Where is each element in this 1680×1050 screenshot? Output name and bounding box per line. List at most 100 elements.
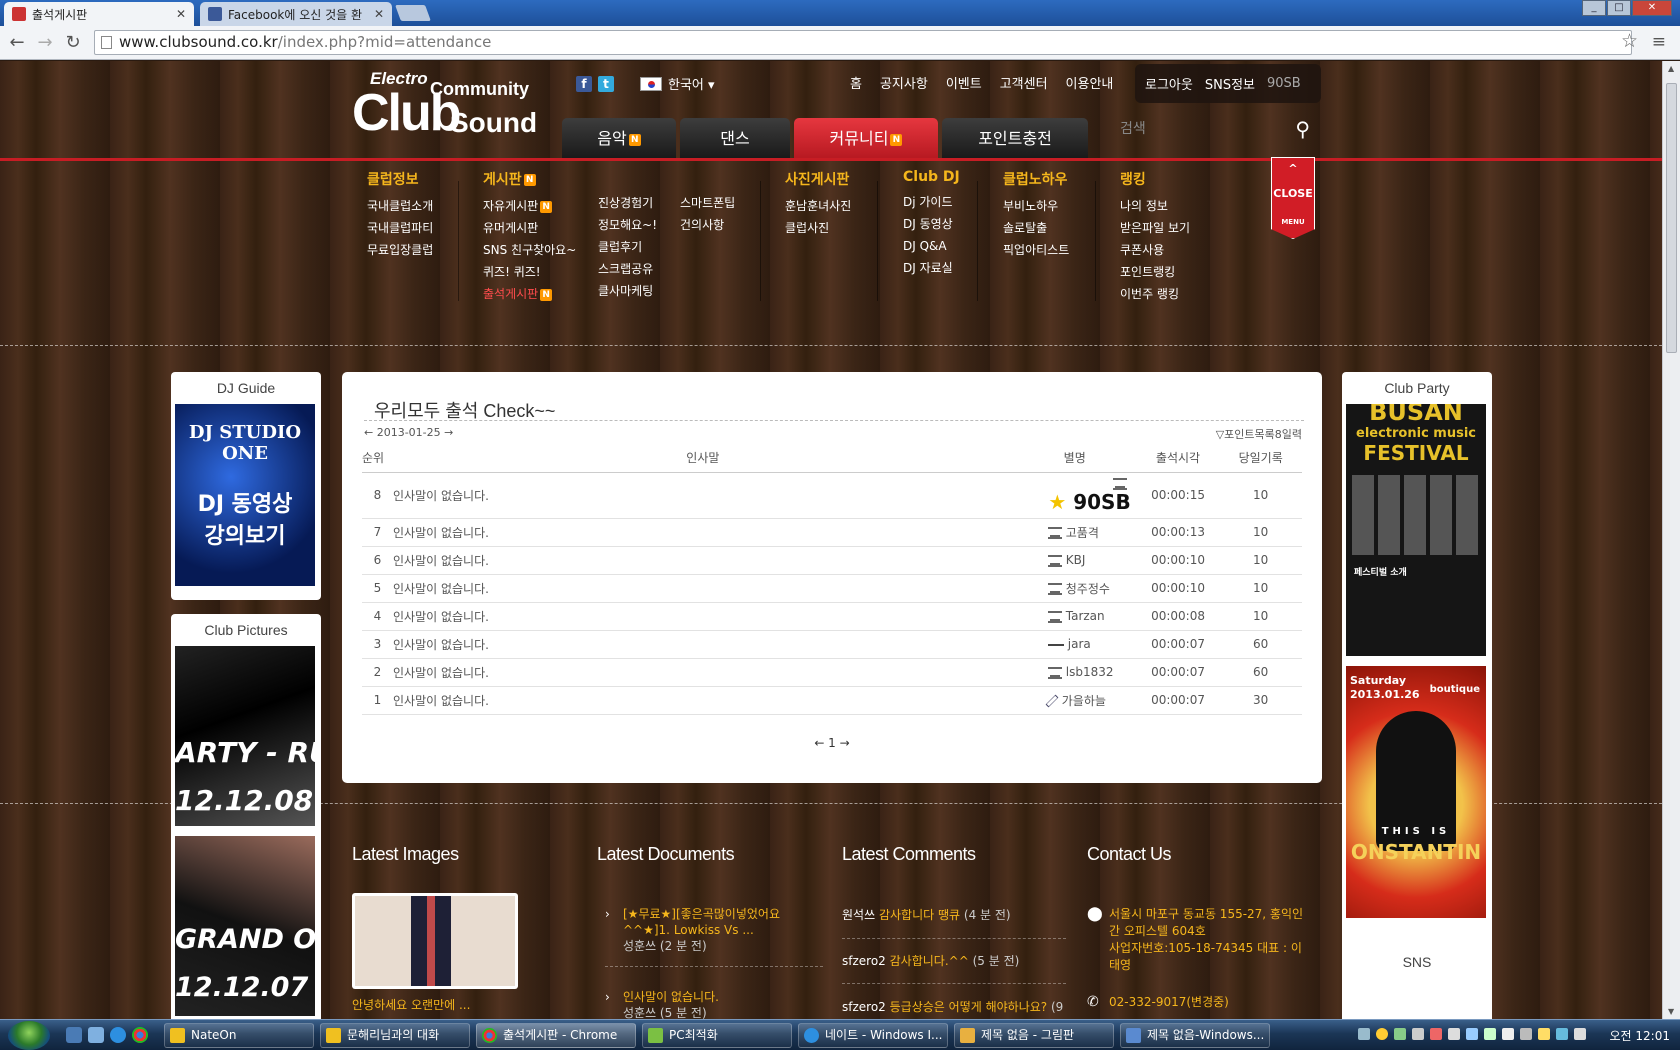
tab-attendance[interactable]: 출석게시판 ✕	[4, 2, 194, 26]
search-input[interactable]: 검색 ⚲	[1120, 114, 1320, 144]
cell-nick[interactable]: jara	[1012, 630, 1137, 659]
tab-facebook[interactable]: Facebook에 오신 것을 환 ✕	[200, 2, 392, 26]
top-menu-support[interactable]: 고객센터	[1000, 73, 1048, 92]
sitemap-link[interactable]: 스마트폰팁	[680, 192, 735, 214]
tray-icon[interactable]	[1520, 1028, 1532, 1040]
language-selector[interactable]: 한국어 ▾	[640, 74, 715, 93]
top-menu-home[interactable]: 홈	[850, 73, 862, 92]
explorer-icon[interactable]	[88, 1027, 104, 1043]
sitemap-link-attendance[interactable]: 출석게시판 N	[483, 283, 576, 305]
taskbar-item-paint[interactable]: 제목 없음 - 그림판	[954, 1023, 1114, 1048]
sitemap-link[interactable]: 픽업아티스트	[1003, 239, 1069, 261]
forward-arrow-icon[interactable]: →	[34, 32, 56, 53]
cell-nick[interactable]: KBJ	[1012, 546, 1137, 575]
sitemap-link[interactable]: 클럽사진	[785, 217, 851, 239]
club-picture[interactable]: ARTY - RU 12.12.08 M	[175, 646, 315, 826]
close-tab-icon[interactable]: ✕	[176, 7, 186, 21]
sitemap-link[interactable]: 포인트랭킹	[1120, 261, 1190, 283]
tray-icon[interactable]	[1394, 1028, 1406, 1040]
taskbar-item-chat[interactable]: 문해리님과의 대화	[320, 1023, 470, 1048]
ie-icon[interactable]	[110, 1027, 126, 1043]
sitemap-link[interactable]: 솔로탈출	[1003, 217, 1069, 239]
comment-item[interactable]: sfzero2 등급상승은 어떻게 해야하나요? (9	[842, 999, 1068, 1015]
document-item[interactable]: › 인사말이 없습니다. 성훈쓰 (5 분 전)	[605, 989, 823, 1019]
document-item[interactable]: › [★무료★][좋은곡많이넣었어요^^★]1. Lowkiss Vs ... …	[605, 906, 823, 954]
tray-icon[interactable]	[1502, 1028, 1514, 1040]
dj-guide-banner[interactable]: DJ STUDIO ONE DJ 동영상 강의보기	[175, 404, 315, 586]
tray-icon[interactable]	[1538, 1028, 1550, 1040]
sitemap-link[interactable]: 이번주 랭킹	[1120, 283, 1190, 305]
sitemap-link[interactable]: 쿠폰사용	[1120, 239, 1190, 261]
sitemap-link[interactable]: 스크랩공유	[598, 258, 657, 280]
tray-icon[interactable]	[1430, 1028, 1442, 1040]
pagination[interactable]: ← 1 →	[342, 736, 1322, 750]
scrollbar-thumb[interactable]	[1666, 83, 1677, 353]
point-log-link[interactable]: ▽포인트목록8일력	[1216, 426, 1302, 442]
close-tab-icon[interactable]: ✕	[374, 7, 384, 21]
sitemap-link[interactable]: DJ 동영상	[903, 213, 960, 235]
logout-link[interactable]: 로그아웃	[1145, 74, 1193, 93]
nav-community[interactable]: 커뮤니티 N	[794, 118, 938, 160]
twitter-icon[interactable]: t	[598, 76, 614, 92]
top-menu-event[interactable]: 이벤트	[946, 73, 982, 92]
sitemap-link[interactable]: 건의사항	[680, 214, 735, 236]
tray-icon[interactable]	[1412, 1028, 1424, 1040]
image-caption[interactable]: 안녕하세요 오랜만에 ...	[352, 997, 470, 1013]
nav-point-charge[interactable]: 포인트충전	[942, 118, 1088, 160]
close-menu-button[interactable]: ^ CLOSE MENU	[1271, 157, 1315, 239]
sitemap-link[interactable]: Dj 가이드	[903, 191, 960, 213]
sns-info-link[interactable]: SNS정보	[1205, 74, 1255, 93]
facebook-icon[interactable]: f	[576, 76, 592, 92]
taskbar-item-pc-optimizer[interactable]: PC최적화	[642, 1023, 792, 1048]
cell-nick[interactable]: Tarzan	[1012, 602, 1137, 631]
taskbar-item-ie[interactable]: 네이트 - Windows I...	[798, 1023, 948, 1048]
sitemap-link[interactable]: SNS 친구찾아요~	[483, 239, 576, 261]
search-icon[interactable]: ⚲	[1295, 114, 1310, 144]
taskbar-item-window[interactable]: 제목 없음-Windows...	[1120, 1023, 1270, 1048]
date-navigator[interactable]: ← 2013-01-25 →	[364, 426, 453, 439]
sitemap-link[interactable]: 국내클럽파티	[367, 217, 433, 239]
show-desktop-icon[interactable]	[66, 1027, 82, 1043]
scroll-up-icon[interactable]: ▲	[1668, 64, 1674, 73]
sitemap-link[interactable]: 받은파일 보기	[1120, 217, 1190, 239]
sitemap-link[interactable]: 진상경험기	[598, 192, 657, 214]
cell-nick[interactable]: 청주정수	[1012, 574, 1137, 603]
tray-icon[interactable]	[1466, 1028, 1478, 1040]
sitemap-link[interactable]: 훈남훈녀사진	[785, 195, 851, 217]
nav-dance[interactable]: 댄스	[680, 118, 790, 160]
vertical-scrollbar[interactable]: ▲ ▼	[1662, 61, 1680, 1019]
cell-nick[interactable]: 가을하늘	[1012, 686, 1137, 715]
sitemap-link[interactable]: 퀴즈! 퀴즈!	[483, 261, 576, 283]
scroll-down-icon[interactable]: ▼	[1668, 1007, 1674, 1016]
close-window-icon[interactable]: ✕	[1632, 0, 1672, 16]
club-picture[interactable]: GRAND O 12.12.07 I	[175, 836, 315, 1016]
sitemap-link[interactable]: 클사마케팅	[598, 280, 657, 302]
cell-nick[interactable]: ★ 90SB	[1012, 472, 1137, 519]
party-poster[interactable]: Saturday 2013.01.26 boutique THIS IS ONS…	[1346, 666, 1486, 918]
taskbar-item-nateon[interactable]: NateOn	[164, 1023, 314, 1048]
bookmark-star-icon[interactable]: ☆	[1621, 30, 1638, 52]
sitemap-link[interactable]: 정모해요~!	[598, 214, 657, 236]
sitemap-link[interactable]: 자유게시판 N	[483, 195, 576, 217]
tray-icon[interactable]	[1376, 1028, 1388, 1040]
site-logo[interactable]: Electro Community Club Sound	[340, 69, 540, 139]
party-poster[interactable]: BUSAN electronic music FESTIVAL 페스티벌 소개	[1346, 404, 1486, 656]
sitemap-link[interactable]: 유머게시판	[483, 217, 576, 239]
reload-icon[interactable]: ↻	[62, 32, 84, 53]
start-button[interactable]	[8, 1021, 50, 1050]
menu-icon[interactable]: ≡	[1652, 32, 1666, 52]
network-icon[interactable]	[1556, 1028, 1568, 1040]
comment-item[interactable]: sfzero2 감사합니다.^^ (5 분 전)	[842, 953, 1019, 969]
new-tab-button[interactable]	[395, 5, 431, 21]
top-menu-guide[interactable]: 이용안내	[1066, 73, 1114, 92]
back-arrow-icon[interactable]: ←	[6, 32, 28, 53]
clock[interactable]: 오전 12:01	[1610, 1027, 1670, 1044]
comment-item[interactable]: 원석쓰 감사합니다 땡큐 (4 분 전)	[842, 907, 1011, 923]
sitemap-link[interactable]: 나의 정보	[1120, 195, 1190, 217]
cell-nick[interactable]: lsb1832	[1012, 658, 1137, 687]
cell-nick[interactable]: 고품격	[1012, 518, 1137, 547]
sitemap-link[interactable]: 클럽후기	[598, 236, 657, 258]
taskbar-item-chrome[interactable]: 출석게시판 - Chrome	[476, 1023, 636, 1048]
tray-icon[interactable]	[1448, 1028, 1460, 1040]
sitemap-link[interactable]: 부비노하우	[1003, 195, 1069, 217]
